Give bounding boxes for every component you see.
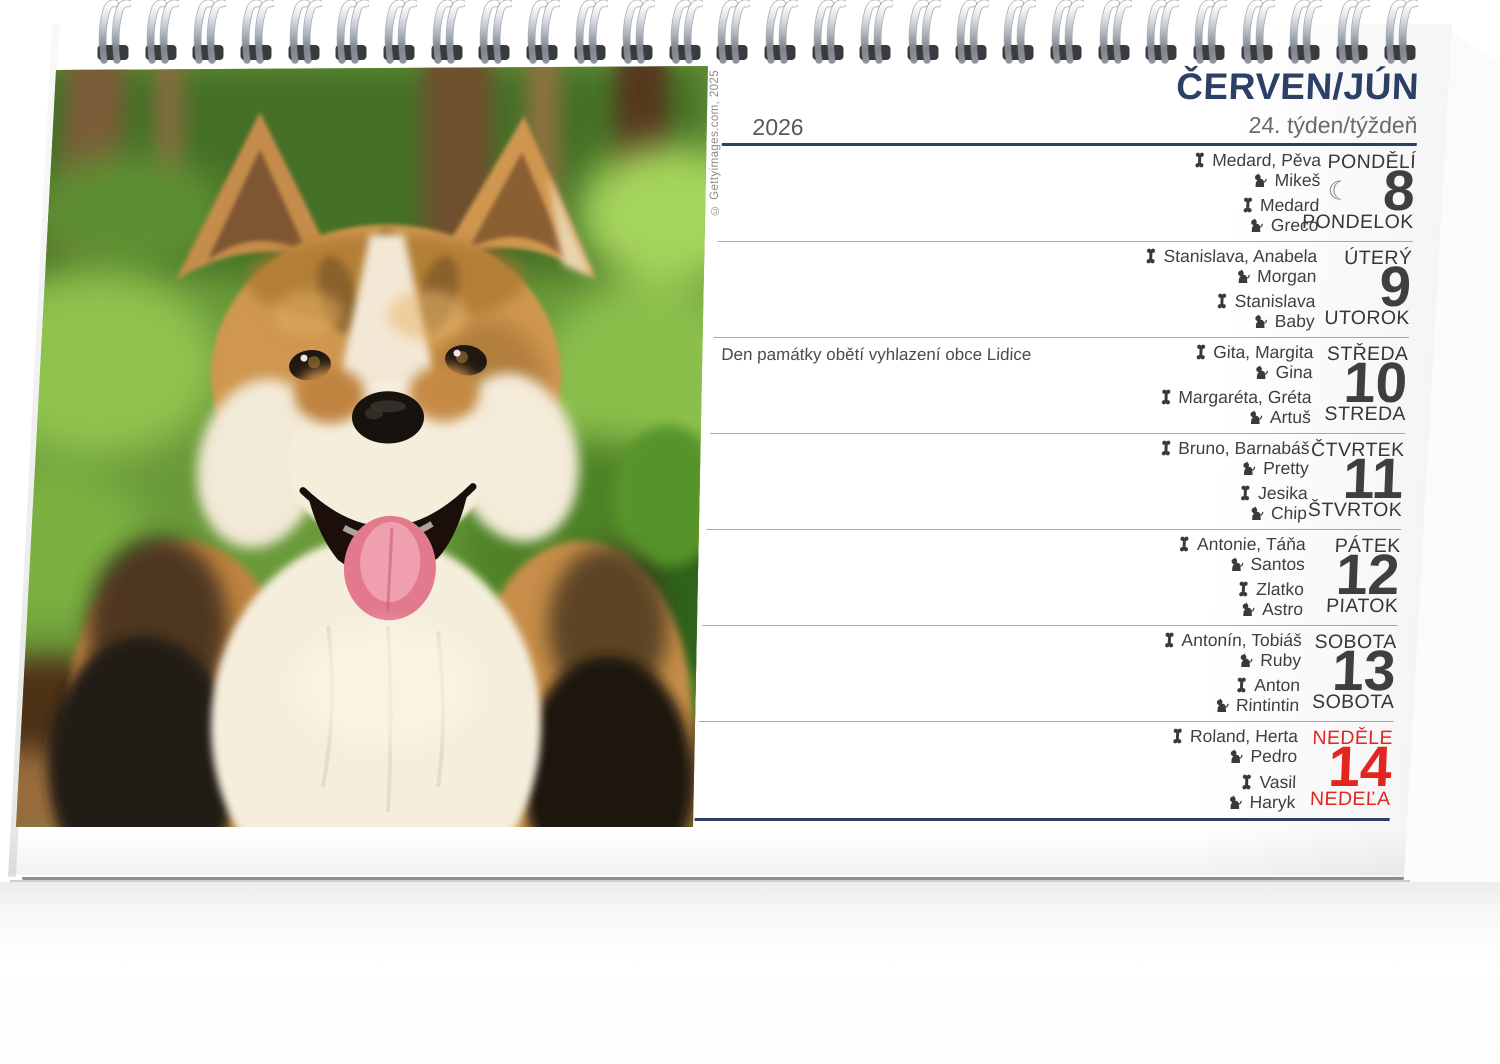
day-number-column: NEDĚLE 14 NEDEĽA <box>1205 722 1394 818</box>
wire-binding-loop-icon <box>762 0 798 64</box>
corgi-photo-illustration <box>8 64 708 827</box>
day-row: Stanislava, Anabela Morgan <box>714 242 1413 338</box>
bone-icon <box>1163 632 1175 648</box>
wire-binding-loop-icon <box>1048 0 1084 64</box>
wire-binding-loop-icon <box>953 0 989 64</box>
slovak-day-name: PIATOK <box>1326 595 1399 618</box>
wire-binding-loop-icon <box>1286 0 1322 64</box>
last-quarter-moon-icon: ☾ <box>1327 176 1352 206</box>
calendar-grid: ČERVEN/JÚN 24. týden/týždeň 2026 Medard,… <box>695 64 1420 821</box>
grid-bottom-rule <box>695 818 1390 821</box>
wire-binding-loop-icon <box>333 0 369 64</box>
day-row: Antonie, Táňa Santos <box>702 530 1401 626</box>
week-label: 24. týden/týždeň <box>1248 112 1418 139</box>
year-label: 2026 <box>752 114 804 141</box>
desk-calendar-photo: © Gettyimages.com, 2025 ČERVEN/JÚN 24. t… <box>0 0 1500 1064</box>
calendar-base <box>0 882 1500 1064</box>
day-row: Antonín, Tobiáš Ruby <box>699 626 1398 722</box>
day-number-column: SOBOTA 13 SOBOTA <box>1209 626 1398 721</box>
wire-binding-loop-icon <box>381 0 417 64</box>
bone-icon <box>1195 344 1207 360</box>
spiral-wire-binding <box>0 0 1500 70</box>
day-number-column: STŘEDA 10 STREDA <box>1220 338 1409 433</box>
wire-binding-loop-icon <box>1143 0 1179 64</box>
wire-binding-loop-icon <box>190 0 226 64</box>
day-row: Bruno, Barnabáš Pretty <box>706 434 1405 530</box>
slovak-day-name: PONDELOK <box>1302 211 1415 234</box>
bone-icon <box>1145 248 1157 264</box>
wire-binding-loop-icon <box>857 0 893 64</box>
calendar-header: ČERVEN/JÚN 24. týden/týždeň 2026 <box>722 64 1420 143</box>
wire-binding-loop-icon <box>572 0 608 64</box>
wire-binding-loop-icon <box>810 0 846 64</box>
wire-binding-loop-icon <box>619 0 655 64</box>
bone-icon <box>1160 440 1172 456</box>
wire-binding-loop-icon <box>524 0 560 64</box>
wire-binding-loop-icon <box>714 0 750 64</box>
slovak-day-name: ŠTVRTOK <box>1307 499 1402 522</box>
day-number-column: PÁTEK 12 PIATOK <box>1212 530 1401 625</box>
day-row: Den památky obětí vyhlazení obce Lidice … <box>710 338 1409 434</box>
page-shading <box>0 829 1500 875</box>
wire-binding-loop-icon <box>1382 0 1418 64</box>
day-number-column: PONDĚLÍ ☾ 8 PONDELOK <box>1228 146 1417 241</box>
day-row: Roland, Herta Pedro <box>695 722 1394 818</box>
day-number-column: ÚTERÝ 9 UTOROK <box>1224 242 1413 337</box>
wire-binding-loop-icon <box>667 0 703 64</box>
day-row: Medard, Pěva Mikeš <box>718 146 1417 242</box>
wire-binding-loop-icon <box>1000 0 1036 64</box>
wire-binding-loop-icon <box>905 0 941 64</box>
bone-icon <box>1194 152 1206 168</box>
wire-binding-loop-icon <box>1334 0 1370 64</box>
wire-binding-loop-icon <box>95 0 131 64</box>
wire-binding-loop-icon <box>1191 0 1227 64</box>
day-number-column: ČTVRTEK 11 ŠTVRTOK <box>1216 434 1405 529</box>
bone-icon <box>1179 536 1191 552</box>
slovak-day-name: STREDA <box>1324 403 1406 426</box>
wire-binding-loop-icon <box>1096 0 1132 64</box>
bone-icon <box>1172 728 1184 744</box>
slovak-day-name: UTOROK <box>1324 307 1410 330</box>
wire-binding-loop-icon <box>143 0 179 64</box>
wire-binding-loop-icon <box>238 0 274 64</box>
bone-icon <box>1160 389 1172 405</box>
slovak-day-name: SOBOTA <box>1312 691 1395 714</box>
wire-binding-loop-icon <box>286 0 322 64</box>
wire-binding-loop-icon <box>1239 0 1275 64</box>
wire-binding-loop-icon <box>476 0 512 64</box>
slovak-day-name: NEDEĽA <box>1310 788 1391 811</box>
wire-binding-loop-icon <box>429 0 465 64</box>
month-title: ČERVEN/JÚN <box>1175 66 1420 108</box>
day-rows: Medard, Pěva Mikeš <box>695 143 1417 818</box>
